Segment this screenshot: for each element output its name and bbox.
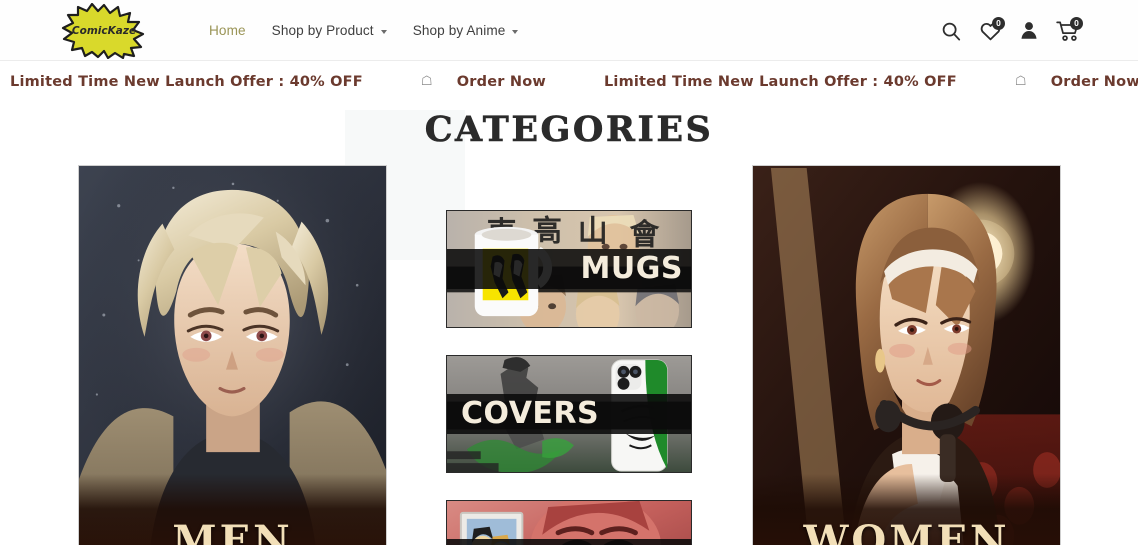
category-card-mugs[interactable]: 東高山會 MUGS: [446, 210, 692, 328]
cart-button[interactable]: 0: [1054, 16, 1083, 46]
nav-item-shop-by-anime[interactable]: Shop by Anime: [413, 23, 519, 38]
mini-cart-icon: ☖: [420, 74, 433, 89]
marquee-order-now[interactable]: Order Now: [1051, 74, 1138, 90]
categories-section: CATEGORIES MEN 高 山 會 MUGS COVERS WOMEN: [0, 102, 1138, 545]
marquee-order-now[interactable]: Order Now: [457, 74, 604, 90]
user-account-icon: [1021, 22, 1037, 39]
wishlist-count-badge: 0: [992, 16, 1005, 30]
brand-logo[interactable]: ComicKaze: [58, 2, 150, 60]
category-label-covers: COVERS: [461, 396, 600, 431]
marquee-track: Limited Time New Launch Offer : 40% OFF …: [0, 74, 1138, 90]
search-button[interactable]: [937, 16, 965, 46]
category-label-mugs: MUGS: [580, 251, 683, 286]
chevron-down-icon: [512, 29, 519, 34]
promo-marquee: Limited Time New Launch Offer : 40% OFF …: [0, 61, 1138, 102]
category-label-women: WOMEN: [753, 474, 1060, 545]
category-label-men: MEN: [79, 474, 386, 545]
nav-item-home-label: Home: [209, 23, 246, 38]
nav-item-shop-by-product-label: Shop by Product: [271, 23, 374, 38]
category-card-others[interactable]: OTHERS: [446, 500, 692, 545]
brand-logo-text: ComicKaze: [72, 25, 136, 37]
header-icon-group: 0 0: [937, 0, 1083, 61]
marquee-offer-text: Limited Time New Launch Offer : 40% OFF: [10, 73, 363, 90]
category-card-women[interactable]: WOMEN: [752, 165, 1061, 545]
nav-item-shop-by-anime-label: Shop by Anime: [412, 23, 506, 38]
categories-grid: MEN 高 山 會 MUGS COVERS WOMEN: [0, 165, 1138, 545]
main-navigation: Home Shop by Product Shop by Anime: [209, 0, 519, 61]
cart-count-badge: 0: [1070, 16, 1083, 30]
svg-text:會: 會: [629, 218, 659, 253]
nav-item-home[interactable]: Home: [209, 23, 246, 38]
search-icon: [942, 22, 961, 40]
category-band-mugs: MUGS: [447, 249, 691, 289]
category-band-others: OTHERS: [447, 539, 691, 545]
chevron-down-icon: [380, 29, 387, 34]
site-header: ComicKaze Home Shop by Product Shop by A…: [0, 0, 1138, 61]
nav-item-shop-by-product[interactable]: Shop by Product: [272, 23, 387, 38]
account-button[interactable]: [1015, 16, 1043, 46]
starburst-logo-icon: ComicKaze: [61, 3, 145, 59]
svg-text:山: 山: [578, 214, 608, 249]
wishlist-button[interactable]: 0: [976, 16, 1005, 46]
page-title: CATEGORIES: [424, 109, 714, 151]
category-card-men[interactable]: MEN: [78, 165, 387, 545]
category-card-covers[interactable]: COVERS: [446, 355, 692, 473]
category-band-covers: COVERS: [447, 394, 691, 434]
mini-cart-icon: ☖: [1014, 74, 1027, 89]
marquee-offer-text: Limited Time New Launch Offer : 40% OFF: [603, 73, 957, 90]
